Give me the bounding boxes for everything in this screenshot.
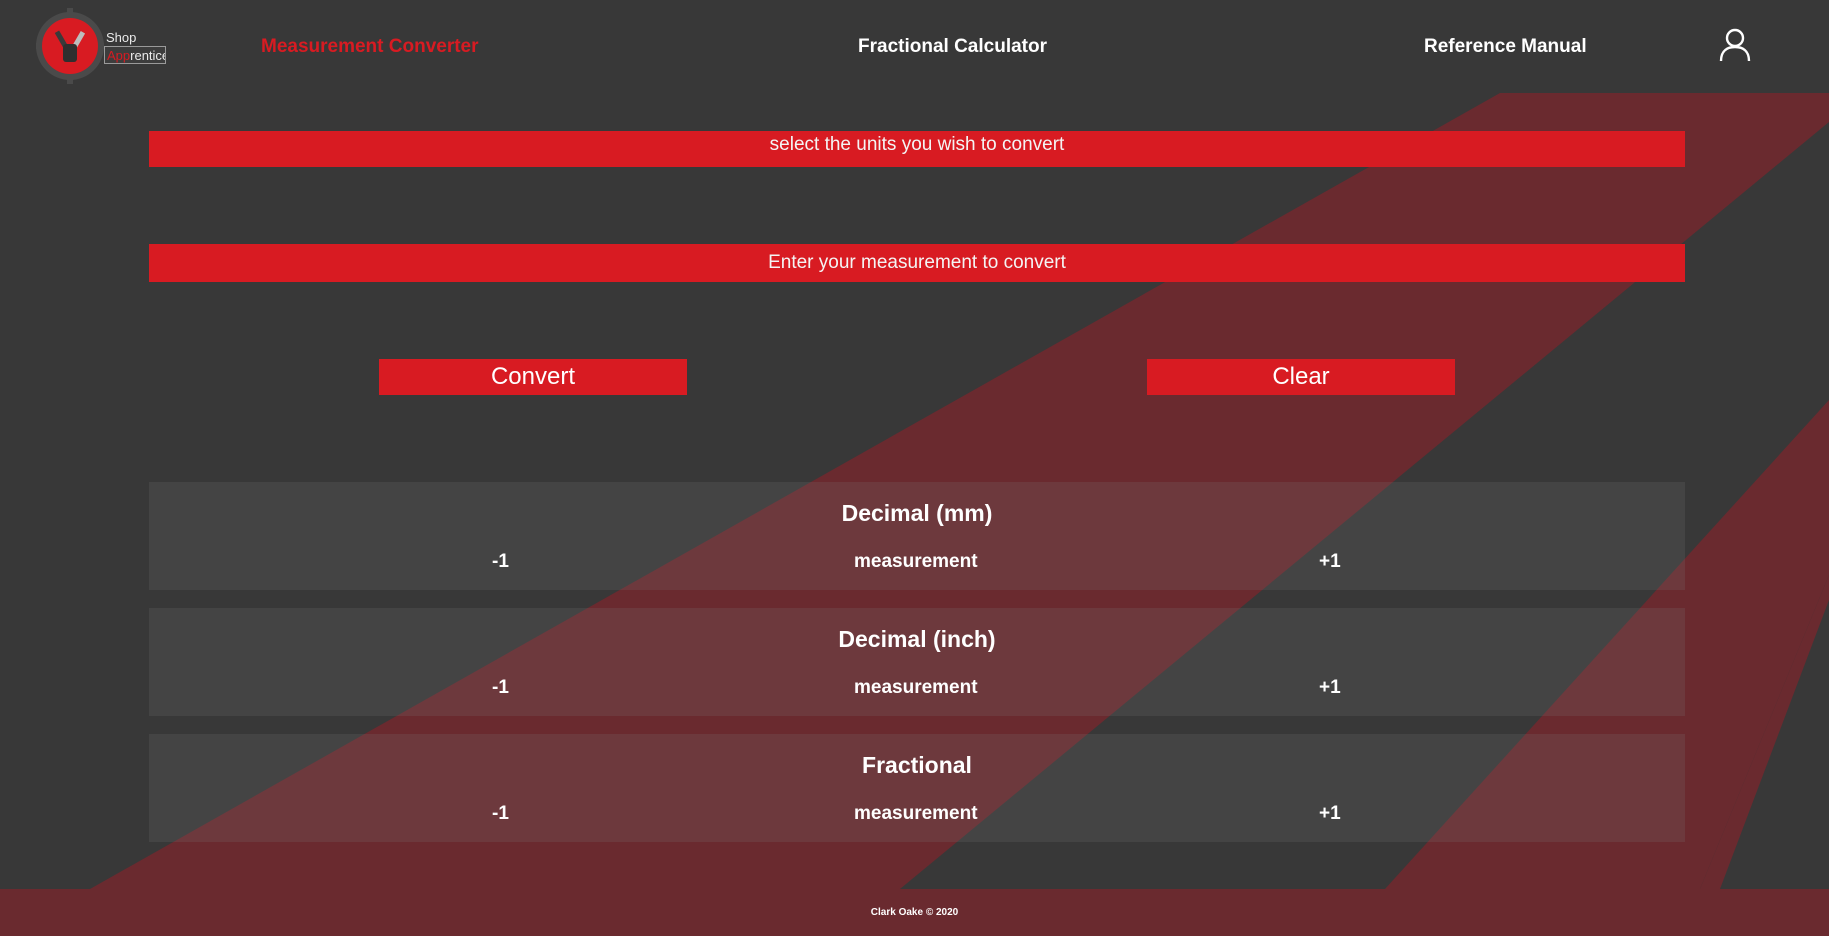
result-card-decimal-mm: Decimal (mm) -1 measurement +1 [149,482,1685,590]
copyright-text: Clark Oake © 2020 [870,907,959,918]
footer: Clark Oake © 2020 [0,889,1829,936]
nav-measurement-converter[interactable]: Measurement Converter [261,36,479,58]
result-card-fractional: Fractional -1 measurement +1 [149,734,1685,842]
result-title: Fractional [862,752,972,778]
result-value: measurement [854,803,978,824]
nav-reference-manual[interactable]: Reference Manual [1424,36,1587,58]
logo-text-accent: App [107,48,131,63]
decrement-button[interactable]: -1 [492,803,509,825]
logo-text-shop: Shop [106,30,137,45]
logo-text-apprentice: Apprentice [104,46,166,64]
user-icon[interactable] [1718,28,1752,62]
result-value: measurement [854,551,978,572]
result-card-decimal-inch: Decimal (inch) -1 measurement +1 [149,608,1685,716]
top-nav: Shop Apprentice Measurement Converter Fr… [0,0,1829,92]
nav-fractional-calculator[interactable]: Fractional Calculator [858,36,1047,58]
units-select[interactable]: select the units you wish to convert [149,131,1685,167]
clear-button[interactable]: Clear [1147,359,1455,395]
result-value: measurement [854,677,978,698]
increment-button[interactable]: +1 [1319,803,1341,825]
app-logo[interactable]: Shop Apprentice [36,8,168,84]
logo-text-rest: rentice [130,48,166,63]
measurement-input[interactable]: Enter your measurement to convert [149,244,1685,282]
increment-button[interactable]: +1 [1319,677,1341,699]
increment-button[interactable]: +1 [1319,551,1341,573]
result-title: Decimal (mm) [841,500,993,526]
decrement-button[interactable]: -1 [492,551,509,573]
convert-button[interactable]: Convert [379,359,687,395]
decrement-button[interactable]: -1 [492,677,509,699]
result-title: Decimal (inch) [838,626,996,652]
